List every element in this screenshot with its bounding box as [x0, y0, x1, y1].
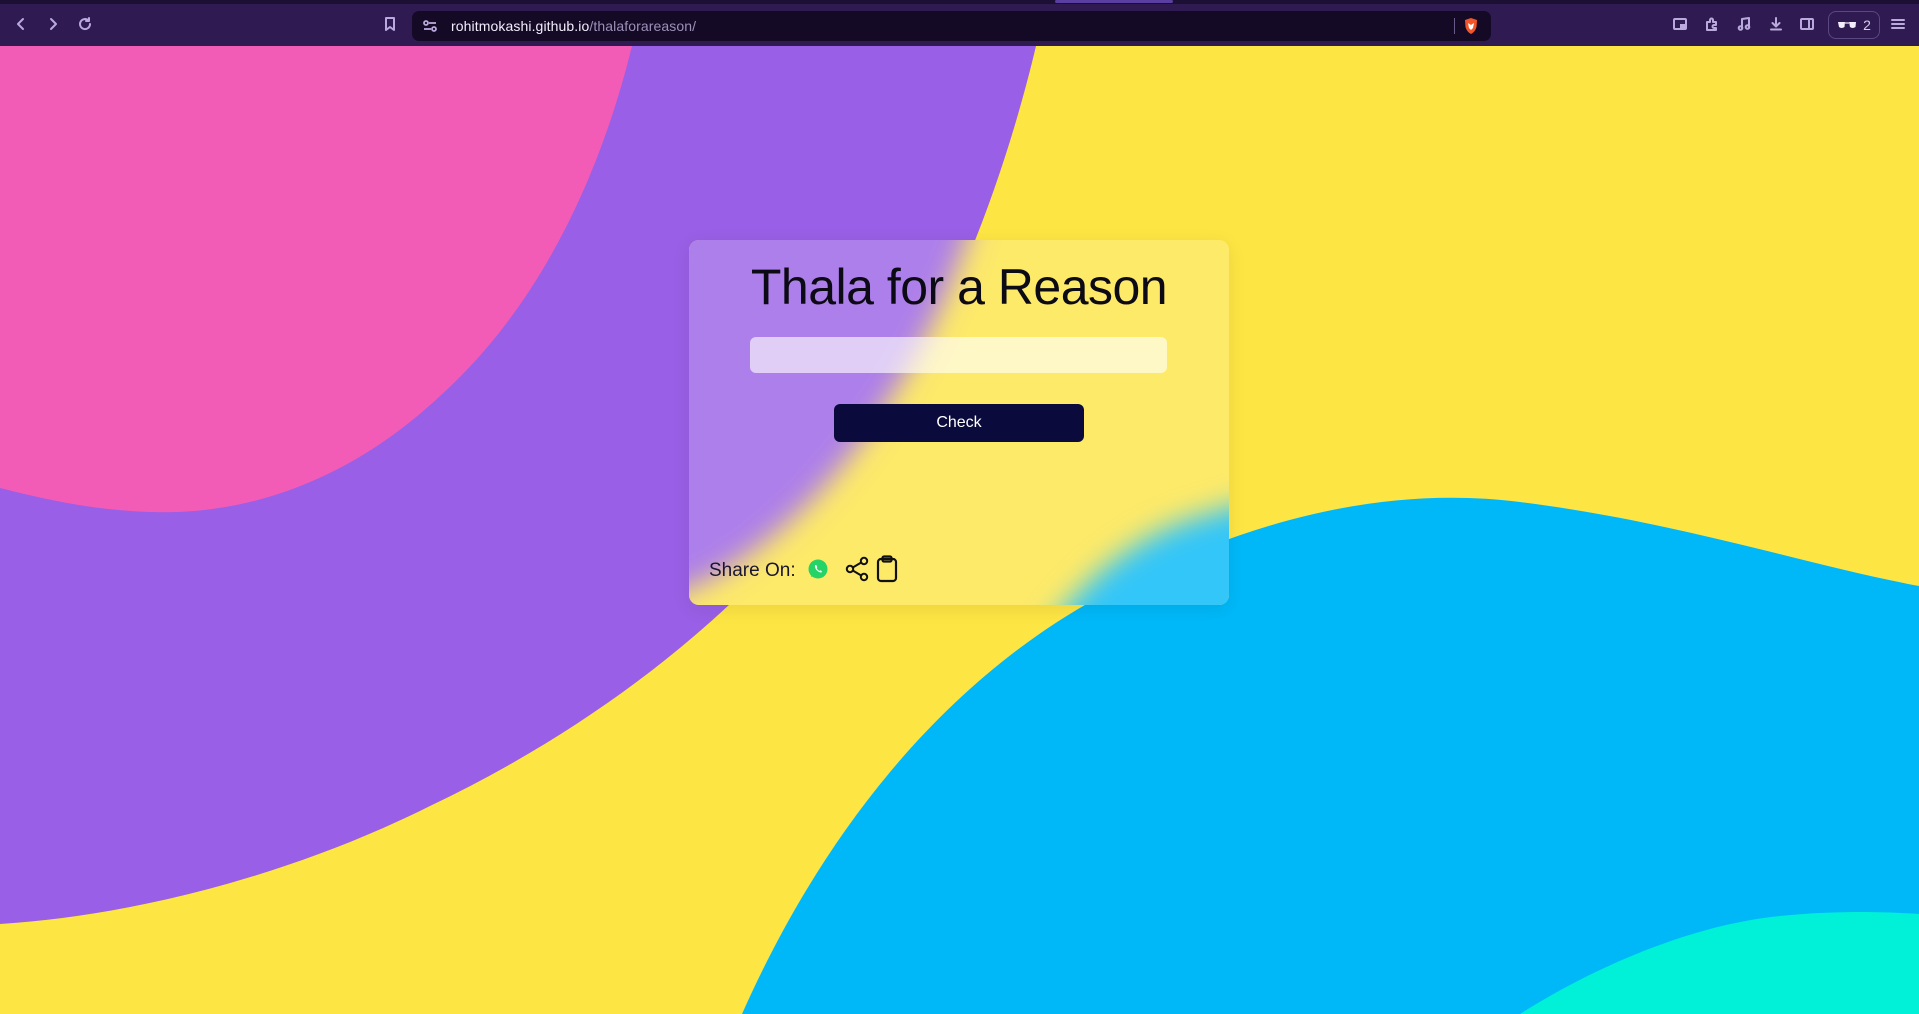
picture-in-picture-button[interactable] [1668, 12, 1692, 36]
forward-button[interactable] [41, 12, 65, 36]
brave-shields-icon [1465, 18, 1477, 34]
share-label: Share On: [709, 560, 796, 581]
check-button[interactable]: Check [834, 404, 1084, 442]
url-separator [1454, 18, 1455, 34]
back-button[interactable] [9, 12, 33, 36]
picture-in-picture-icon [1673, 18, 1687, 30]
site-info-button[interactable] [422, 18, 438, 34]
wallet-count: 2 [1863, 17, 1871, 33]
active-tab-indicator [1055, 0, 1173, 3]
clipboard-icon[interactable] [874, 555, 900, 583]
url-text[interactable]: rohitmokashi.github.io/thalaforareason/ [451, 18, 696, 34]
url-host: rohitmokashi.github.io [451, 18, 590, 34]
site-info-icon [423, 20, 437, 32]
extensions-button[interactable] [1700, 12, 1724, 36]
forward-icon [50, 18, 57, 30]
browser-toolbar: rohitmokashi.github.io/thalaforareason/ … [0, 0, 1919, 46]
main-card: Thala for a Reason Check Share On: [689, 240, 1229, 605]
media-icon [1737, 17, 1751, 31]
share-icon[interactable] [844, 556, 870, 582]
sidebar-button[interactable] [1795, 12, 1819, 36]
reload-icon [79, 17, 92, 31]
downloads-button[interactable] [1764, 12, 1788, 36]
page-title: Thala for a Reason [750, 259, 1168, 315]
media-button[interactable] [1732, 12, 1756, 36]
menu-button[interactable] [1886, 12, 1910, 36]
url-path: /thalaforareason/ [589, 18, 697, 34]
wallet-icon [1838, 22, 1857, 28]
back-icon [17, 18, 24, 30]
menu-icon [1891, 19, 1905, 29]
wallet-button[interactable]: 2 [1828, 11, 1880, 39]
page-viewport: Thala for a Reason Check Share On: [0, 46, 1919, 1014]
brave-shields-button[interactable] [1462, 17, 1480, 35]
bookmark-icon [385, 17, 395, 31]
sidebar-icon [1800, 18, 1814, 30]
address-bar[interactable]: rohitmokashi.github.io/thalaforareason/ [412, 11, 1491, 41]
name-input[interactable] [750, 337, 1167, 373]
bookmark-button[interactable] [378, 12, 402, 36]
downloads-icon [1770, 17, 1782, 31]
whatsapp-icon[interactable] [807, 558, 829, 580]
extensions-icon [1706, 17, 1717, 31]
reload-button[interactable] [73, 12, 97, 36]
